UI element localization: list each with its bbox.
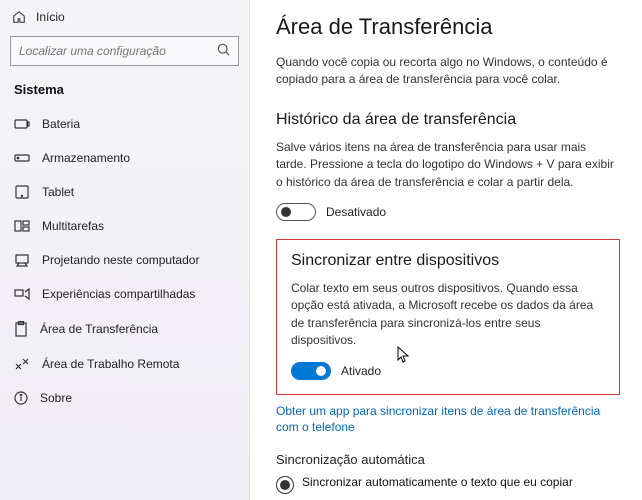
history-toggle[interactable] [276, 203, 316, 221]
sidebar-item-shared-exp[interactable]: Experiências compartilhadas [0, 277, 249, 311]
autosync-radio-label: Sincronizar automaticamente o texto que … [302, 475, 573, 489]
multitask-icon [14, 219, 30, 233]
sidebar-item-label: Bateria [42, 117, 80, 131]
clipboard-icon [14, 321, 28, 337]
sidebar-item-label: Área de Trabalho Remota [42, 357, 179, 371]
sidebar-item-storage[interactable]: Armazenamento [0, 141, 249, 175]
sync-heading: Sincronizar entre dispositivos [291, 252, 605, 270]
sync-toggle[interactable] [291, 362, 331, 380]
sidebar-item-label: Sobre [40, 391, 72, 405]
autosync-radio[interactable] [276, 476, 294, 494]
sidebar-item-label: Área de Transferência [40, 322, 158, 336]
storage-icon [14, 152, 30, 164]
main-content: Área de Transferência Quando você copia … [250, 0, 642, 500]
sidebar-item-label: Tablet [42, 185, 74, 199]
shared-icon [14, 287, 30, 301]
sync-text: Colar texto em seus outros dispositivos.… [291, 280, 605, 350]
intro-text: Quando você copia ou recorta algo no Win… [276, 54, 620, 89]
sidebar-item-projecting[interactable]: Projetando neste computador [0, 243, 249, 277]
projecting-icon [14, 253, 30, 267]
page-title: Área de Transferência [276, 14, 620, 40]
sidebar-item-tablet[interactable]: Tablet [0, 175, 249, 209]
sidebar-item-label: Armazenamento [42, 151, 130, 165]
section-label: Sistema [0, 76, 249, 107]
history-heading: Histórico da área de transferência [276, 111, 620, 129]
history-text: Salve vários itens na área de transferên… [276, 139, 620, 191]
sidebar: Início Sistema Bateria Armazenamento Tab… [0, 0, 250, 500]
search-input[interactable] [10, 36, 239, 66]
sidebar-item-label: Multitarefas [42, 219, 104, 233]
home-icon [12, 10, 26, 24]
history-toggle-label: Desativado [326, 205, 386, 219]
sidebar-item-remote-desktop[interactable]: Área de Trabalho Remota [0, 347, 249, 381]
sidebar-item-label: Experiências compartilhadas [42, 287, 195, 301]
remote-icon [14, 357, 30, 371]
tablet-icon [14, 185, 30, 199]
battery-icon [14, 118, 30, 130]
sync-toggle-label: Ativado [341, 364, 381, 378]
sidebar-item-battery[interactable]: Bateria [0, 107, 249, 141]
sync-highlight-box: Sincronizar entre dispositivos Colar tex… [276, 239, 620, 395]
sidebar-item-about[interactable]: Sobre [0, 381, 249, 415]
home-link[interactable]: Início [0, 4, 249, 30]
sidebar-item-multitask[interactable]: Multitarefas [0, 209, 249, 243]
sidebar-item-label: Projetando neste computador [42, 253, 199, 267]
autosync-subheading: Sincronização automática [276, 452, 620, 467]
search-icon [217, 43, 231, 57]
get-app-link[interactable]: Obter um app para sincronizar itens de á… [276, 403, 620, 437]
about-icon [14, 391, 28, 405]
sidebar-item-clipboard[interactable]: Área de Transferência [0, 311, 249, 347]
home-label: Início [36, 10, 65, 24]
